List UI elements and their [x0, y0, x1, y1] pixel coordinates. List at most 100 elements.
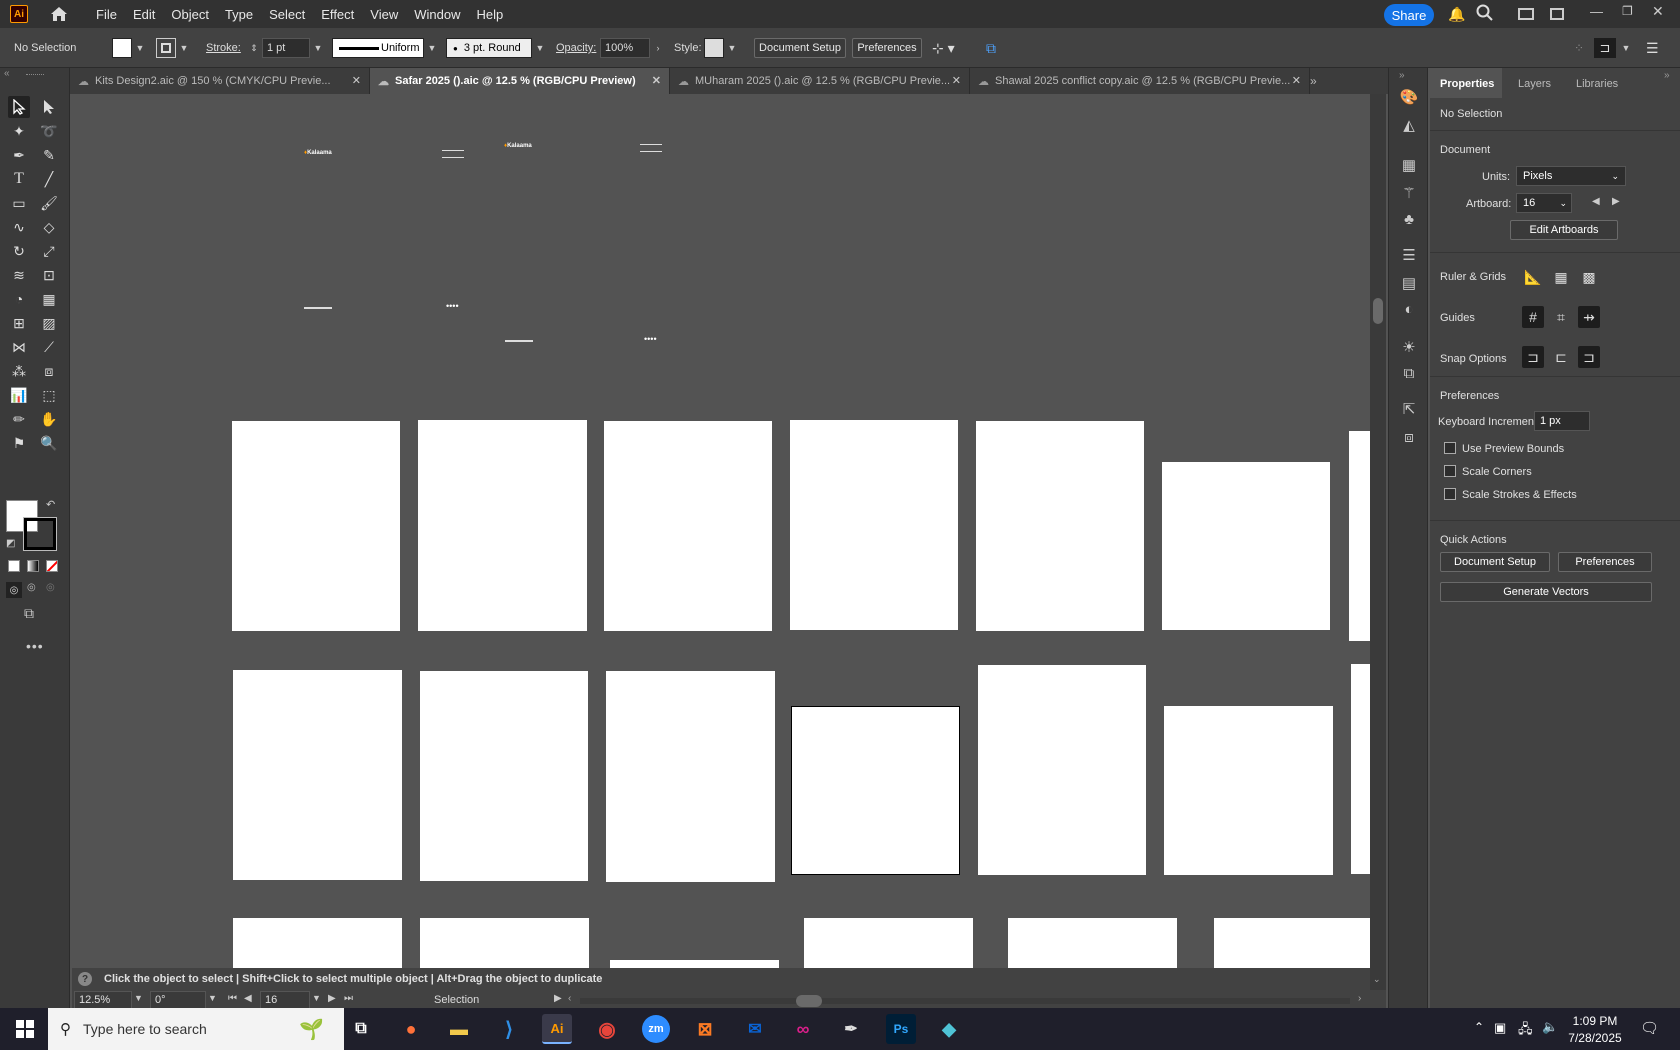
bell-icon[interactable]: 🔔: [1448, 6, 1465, 23]
workspace-icon[interactable]: [1518, 8, 1534, 20]
close-tab-icon[interactable]: ✕: [352, 74, 361, 87]
color-mode-icon[interactable]: [8, 560, 20, 572]
graphic-styles-icon[interactable]: ⧉: [1398, 362, 1420, 384]
swap-colors-icon[interactable]: ↶: [46, 498, 55, 511]
next-artboard-icon[interactable]: ▶: [328, 993, 336, 1004]
clock-date[interactable]: 7/28/2025: [1562, 1031, 1628, 1045]
help-icon[interactable]: ?: [78, 972, 92, 986]
tab-muharam-2025[interactable]: ☁ MUharam 2025 ().aic @ 12.5 % (RGB/CPU P…: [670, 68, 970, 94]
chevron-down-icon[interactable]: ⌄: [1373, 974, 1381, 985]
screen-mode-icon[interactable]: ⧉: [24, 605, 34, 622]
snap-icon[interactable]: ⊐: [1594, 38, 1616, 58]
shape-builder-tool-icon[interactable]: ◔: [8, 288, 30, 310]
file-explorer-icon[interactable]: ▬: [444, 1014, 474, 1044]
fill-swatch[interactable]: [112, 38, 132, 58]
artboard-navigator-field[interactable]: 16: [260, 991, 310, 1009]
appearance-icon[interactable]: ☀: [1398, 336, 1420, 358]
line-tool-icon[interactable]: ╱: [38, 168, 60, 190]
recolor-icon[interactable]: ⧉: [986, 38, 996, 58]
zoom-field[interactable]: 12.5%: [74, 991, 132, 1009]
close-tab-icon[interactable]: ✕: [652, 74, 661, 87]
vscode-icon[interactable]: ⟩: [494, 1014, 524, 1044]
color-guide-icon[interactable]: ◭: [1398, 114, 1420, 136]
artboard[interactable]: [233, 918, 402, 968]
xampp-icon[interactable]: ⊠: [690, 1014, 720, 1044]
chevron-right-icon[interactable]: ›: [650, 38, 666, 58]
eraser-tool-icon[interactable]: ◇: [38, 216, 60, 238]
warp-tool-icon[interactable]: ≋: [8, 264, 30, 286]
scroll-right-icon[interactable]: ›: [1358, 993, 1361, 1004]
color-panel-icon[interactable]: 🎨: [1398, 86, 1420, 108]
chevron-down-icon[interactable]: ▼: [310, 38, 326, 58]
lasso-tool-icon[interactable]: ➰: [38, 120, 60, 142]
notifications-icon[interactable]: 🗨: [1640, 1019, 1659, 1037]
last-artboard-icon[interactable]: ⏭: [344, 993, 353, 1004]
scale-strokes-checkbox[interactable]: [1444, 488, 1456, 500]
artboard-select[interactable]: 16 ⌄: [1516, 193, 1572, 213]
outlook-icon[interactable]: ✉: [740, 1014, 770, 1044]
eyedropper-tool-icon[interactable]: ⟋: [38, 336, 60, 358]
stroke-label[interactable]: Stroke:: [206, 38, 241, 58]
document-setup-button[interactable]: Document Setup: [754, 38, 846, 58]
menu-file[interactable]: File: [88, 7, 125, 22]
chevron-down-icon[interactable]: ▼: [208, 993, 217, 1003]
menu-window[interactable]: Window: [406, 7, 468, 22]
previous-artboard-icon[interactable]: ◀: [1592, 196, 1600, 207]
perspective-grid-tool-icon[interactable]: ▦: [38, 288, 60, 310]
magic-wand-tool-icon[interactable]: ✦: [8, 120, 30, 142]
tray-app-icon[interactable]: ▣: [1494, 1020, 1506, 1036]
default-colors-icon[interactable]: ◩: [6, 538, 15, 549]
artboard[interactable]: [418, 420, 587, 631]
symbols-icon[interactable]: ♣: [1398, 208, 1420, 230]
generate-vectors-button[interactable]: Generate Vectors: [1440, 582, 1652, 602]
artboard[interactable]: [978, 665, 1146, 875]
artboard[interactable]: [1164, 706, 1333, 875]
edit-artboards-button[interactable]: Edit Artboards: [1510, 220, 1618, 240]
graphic-style-swatch[interactable]: [704, 38, 724, 58]
gradient-tool-icon[interactable]: ▨: [38, 312, 60, 334]
artboard-canvas[interactable]: ♦Kalaama ♦Kalaama •••• ••••: [72, 94, 1370, 968]
task-view-icon[interactable]: ⧉: [346, 1014, 376, 1044]
preferences-button[interactable]: Preferences: [1558, 552, 1652, 572]
more-tabs-icon[interactable]: »: [1310, 74, 1317, 88]
none-mode-icon[interactable]: [46, 560, 58, 572]
vertical-scroll-thumb[interactable]: [1373, 298, 1383, 324]
chevron-down-icon[interactable]: ▼: [134, 993, 143, 1003]
close-icon[interactable]: ✕: [1652, 3, 1664, 20]
artboard[interactable]: [1008, 918, 1177, 968]
collapse-icon[interactable]: «: [4, 68, 10, 79]
stroke-weight-field[interactable]: 1 pt: [262, 38, 310, 58]
chevron-down-icon[interactable]: ▼: [424, 38, 440, 58]
share-button[interactable]: Share: [1384, 4, 1434, 26]
photoshop-icon[interactable]: Ps: [886, 1014, 916, 1044]
document-setup-button[interactable]: Document Setup: [1440, 552, 1550, 572]
horizontal-scroll-thumb[interactable]: [796, 995, 822, 1007]
artboard[interactable]: [233, 670, 402, 880]
symbol-sprayer-tool-icon[interactable]: ⁂: [8, 360, 30, 382]
taskbar-search-box[interactable]: ⚲ Type here to search 🌱: [48, 1008, 344, 1050]
arrange-icon[interactable]: [1550, 8, 1564, 20]
chevron-down-icon[interactable]: ▼: [312, 993, 321, 1003]
artboard[interactable]: [1349, 431, 1370, 641]
brushes-icon[interactable]: ⚚: [1398, 182, 1420, 204]
use-preview-bounds-checkbox[interactable]: [1444, 442, 1456, 454]
scale-tool-icon[interactable]: ⤢: [38, 240, 60, 262]
artboard[interactable]: [604, 421, 772, 631]
rectangle-tool-icon[interactable]: ▭: [8, 192, 30, 214]
stroke-swatch[interactable]: [156, 38, 176, 58]
align-icon[interactable]: ⁘: [1574, 38, 1584, 58]
tab-properties[interactable]: Properties: [1440, 78, 1494, 90]
menu-edit[interactable]: Edit: [125, 7, 163, 22]
stroke-profile-select[interactable]: Uniform: [332, 38, 424, 58]
grid-icon[interactable]: ▦: [1550, 266, 1572, 288]
scroll-left-icon[interactable]: ‹: [568, 993, 571, 1004]
windows-start-icon[interactable]: [16, 1020, 34, 1041]
collapse-icon[interactable]: »: [1664, 70, 1670, 81]
close-tab-icon[interactable]: ✕: [952, 74, 961, 87]
keyboard-increment-field[interactable]: 1 px: [1534, 411, 1590, 431]
artboard[interactable]: [232, 421, 400, 631]
stroke-color-box[interactable]: [23, 517, 57, 551]
stepper-icon[interactable]: ⇕: [246, 38, 262, 58]
tab-shawal-2025[interactable]: ☁ Shawal 2025 conflict copy.aic @ 12.5 % …: [970, 68, 1310, 94]
tab-layers[interactable]: Layers: [1518, 78, 1551, 90]
